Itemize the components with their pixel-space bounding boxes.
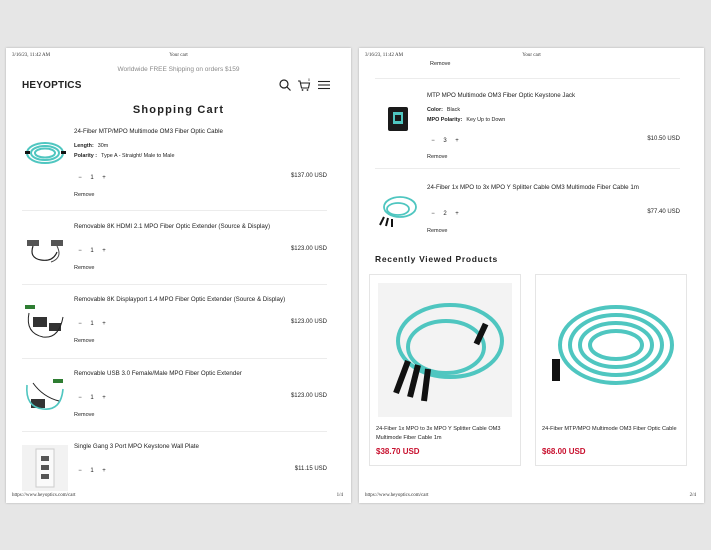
attr-value: Type A - Straight/ Male to Male: [101, 153, 175, 159]
quantity-value[interactable]: 2: [439, 211, 451, 217]
attr-label: Length:: [74, 143, 94, 149]
quantity-value[interactable]: 1: [86, 395, 98, 401]
divider: [375, 168, 680, 169]
plus-icon[interactable]: +: [98, 468, 110, 474]
print-url: https://www.heyoptics.com/cart: [365, 493, 429, 498]
print-page-2: 3/16/23, 11:42 AM Your cart Remove MTP M…: [359, 48, 704, 503]
quantity-value[interactable]: 3: [439, 138, 451, 144]
menu-icon[interactable]: [317, 78, 331, 92]
divider: [22, 358, 327, 359]
remove-link[interactable]: Remove: [74, 338, 94, 344]
plus-icon[interactable]: +: [98, 321, 110, 327]
product-image-splitter-cable[interactable]: [378, 283, 512, 417]
cart-icon[interactable]: 0: [297, 78, 311, 92]
item-title[interactable]: 24-Fiber 1x MPO to 3x MPO Y Splitter Cab…: [427, 184, 639, 191]
recently-viewed-title: Recently Viewed Products: [375, 254, 498, 264]
quantity-stepper: − 3 +: [427, 135, 463, 147]
minus-icon[interactable]: −: [74, 248, 86, 254]
item-attr-color: Color: Black: [427, 107, 460, 113]
remove-link[interactable]: Remove: [74, 265, 94, 271]
product-card[interactable]: 24-Fiber 1x MPO to 3x MPO Y Splitter Cab…: [369, 274, 521, 466]
print-url: https://www.heyoptics.com/cart: [12, 493, 76, 498]
item-price: $137.00 USD: [290, 173, 327, 179]
item-price: $10.50 USD: [647, 136, 680, 142]
plus-icon[interactable]: +: [451, 138, 463, 144]
product-image-keystone-jack[interactable]: [375, 96, 421, 142]
page-title: Shopping Cart: [132, 104, 225, 116]
print-page-number: 2/4: [689, 493, 696, 498]
product-image-usb-extender[interactable]: [22, 374, 68, 420]
remove-link[interactable]: Remove: [430, 61, 450, 67]
print-page-number: 1/4: [336, 493, 343, 498]
plus-icon[interactable]: +: [451, 211, 463, 217]
item-attr-polarity: MPO Polarity: Key Up to Down: [427, 117, 505, 123]
divider: [22, 210, 327, 211]
item-title[interactable]: 24-Fiber MTP/MPO Multimode OM3 Fiber Opt…: [74, 128, 223, 135]
quantity-stepper: − 1 +: [74, 392, 110, 404]
item-title[interactable]: Removable 8K HDMI 2.1 MPO Fiber Optic Ex…: [74, 223, 270, 230]
remove-link[interactable]: Remove: [427, 228, 447, 234]
quantity-stepper: − 1 +: [74, 318, 110, 330]
quantity-stepper: − 2 +: [427, 208, 463, 220]
remove-link[interactable]: Remove: [427, 154, 447, 160]
search-icon[interactable]: [278, 78, 292, 92]
remove-link[interactable]: Remove: [74, 412, 94, 418]
attr-value: 30m: [97, 143, 109, 149]
minus-icon[interactable]: −: [427, 211, 439, 217]
shipping-notice: Worldwide FREE Shipping on orders $159: [117, 66, 240, 73]
attr-value: Black: [446, 107, 461, 113]
item-title[interactable]: Removable 8K Displayport 1.4 MPO Fiber O…: [74, 296, 285, 303]
item-title[interactable]: Removable USB 3.0 Female/Male MPO Fiber …: [74, 370, 242, 377]
minus-icon[interactable]: −: [74, 395, 86, 401]
brand-logo[interactable]: HEYOPTICS: [22, 80, 82, 91]
product-image-aqua-cable[interactable]: [22, 130, 68, 176]
divider: [22, 284, 327, 285]
item-price: $77.40 USD: [647, 209, 680, 215]
product-name[interactable]: 24-Fiber 1x MPO to 3x MPO Y Splitter Cab…: [376, 425, 514, 442]
plus-icon[interactable]: +: [98, 248, 110, 254]
minus-icon[interactable]: −: [74, 175, 86, 181]
item-price: $123.00 USD: [290, 393, 327, 399]
divider: [22, 431, 327, 432]
product-image-splitter-cable[interactable]: [375, 186, 421, 232]
divider: [375, 78, 680, 79]
product-price: $68.00 USD: [542, 447, 586, 456]
product-name[interactable]: 24-Fiber MTP/MPO Multimode OM3 Fiber Opt…: [542, 425, 680, 434]
attr-label: Color:: [427, 107, 443, 113]
attr-label: MPO Polarity:: [427, 117, 463, 123]
print-doc-title: Your cart: [169, 53, 188, 58]
quantity-stepper: − 1 +: [74, 465, 110, 477]
plus-icon[interactable]: +: [98, 395, 110, 401]
product-image-displayport-extender[interactable]: [22, 300, 68, 346]
item-price: $123.00 USD: [290, 319, 327, 325]
quantity-stepper: − 1 +: [74, 245, 110, 257]
minus-icon[interactable]: −: [74, 468, 86, 474]
product-image-wall-plate[interactable]: [22, 445, 68, 491]
print-doc-title: Your cart: [522, 53, 541, 58]
item-price: $11.15 USD: [294, 466, 327, 472]
item-attr-length: Length: 30m: [74, 143, 108, 149]
item-title[interactable]: MTP MPO Multimode OM3 Fiber Optic Keysto…: [427, 92, 575, 99]
quantity-value[interactable]: 1: [86, 468, 98, 474]
product-price: $38.70 USD: [376, 447, 420, 456]
product-image-aqua-cable[interactable]: [544, 283, 678, 417]
quantity-value[interactable]: 1: [86, 175, 98, 181]
minus-icon[interactable]: −: [427, 138, 439, 144]
item-attr-polarity: Polarity : Type A - Straight/ Male to Mal…: [74, 153, 175, 159]
cart-count: 0: [308, 78, 310, 82]
quantity-value[interactable]: 1: [86, 248, 98, 254]
item-price: $123.00 USD: [290, 246, 327, 252]
print-page-1: 3/16/23, 11:42 AM Your cart Worldwide FR…: [6, 48, 351, 503]
product-card[interactable]: 24-Fiber MTP/MPO Multimode OM3 Fiber Opt…: [535, 274, 687, 466]
quantity-stepper: − 1 +: [74, 172, 110, 184]
attr-value: Key Up to Down: [466, 117, 506, 123]
quantity-value[interactable]: 1: [86, 321, 98, 327]
attr-label: Polarity :: [74, 153, 98, 159]
plus-icon[interactable]: +: [98, 175, 110, 181]
remove-link[interactable]: Remove: [74, 192, 94, 198]
minus-icon[interactable]: −: [74, 321, 86, 327]
item-title[interactable]: Single Gang 3 Port MPO Keystone Wall Pla…: [74, 443, 199, 450]
product-image-hdmi-extender[interactable]: [22, 227, 68, 273]
